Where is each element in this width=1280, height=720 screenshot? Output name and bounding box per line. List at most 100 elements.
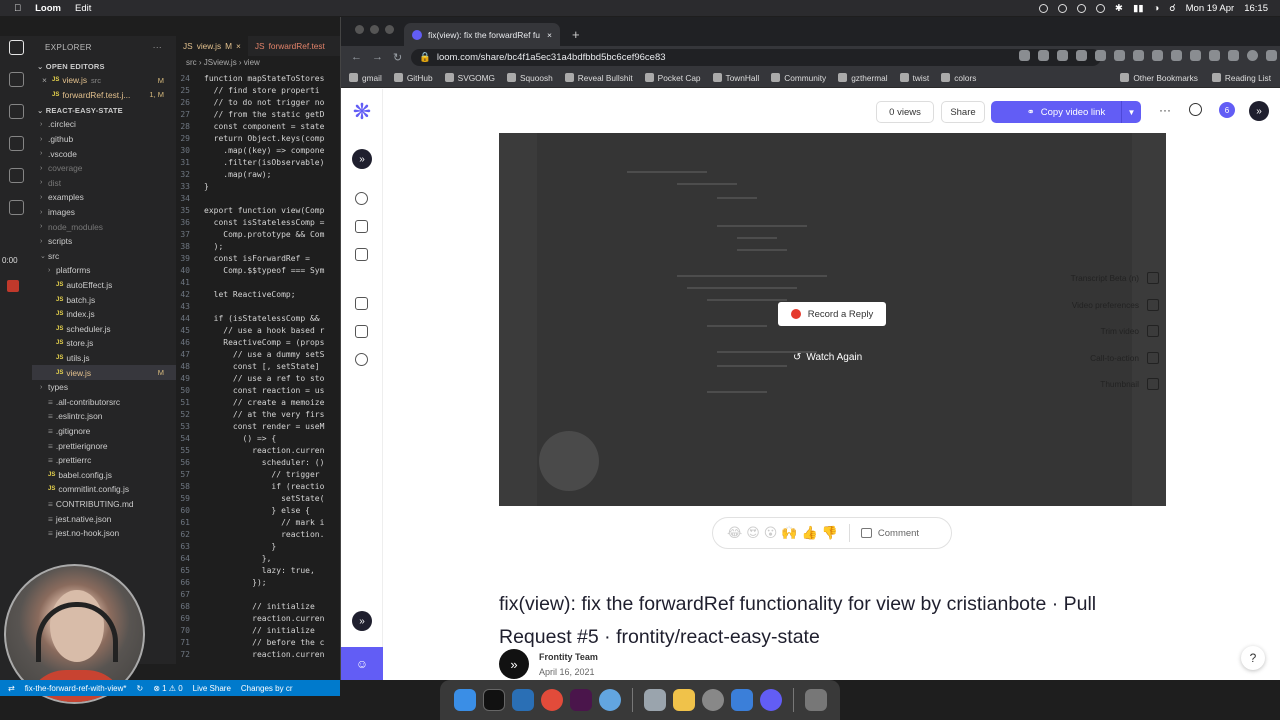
status-icon[interactable] (1058, 3, 1068, 13)
bookmark-item[interactable]: gmail (349, 73, 382, 83)
folder-item[interactable]: ⌄ src (32, 249, 176, 264)
puzzle-icon[interactable] (1209, 50, 1220, 61)
profile-icon[interactable] (1247, 50, 1258, 61)
folder-item[interactable]: › node_modules (32, 219, 176, 234)
back-icon[interactable]: ← (351, 51, 362, 63)
extensions-icon[interactable] (8, 168, 24, 183)
file-item[interactable]: ≡ .all-contributorsrc (32, 394, 176, 409)
author-name[interactable]: Frontity Team (539, 652, 598, 662)
record-reply-button[interactable]: Record a Reply (778, 302, 886, 326)
folder-item[interactable]: › .vscode (32, 146, 176, 161)
status-icon[interactable] (1039, 3, 1049, 13)
bookmark-item[interactable]: SVGOMG (444, 73, 495, 83)
project-header[interactable]: ⌄ REACT-EASY-STATE (32, 102, 176, 117)
file-item[interactable]: JS view.js M (32, 365, 176, 380)
reaction-emoji[interactable]: 👍 (802, 525, 818, 541)
workspace-icon[interactable] (355, 248, 368, 261)
file-item[interactable]: ≡ CONTRIBUTING.md (32, 497, 176, 512)
bookmark-item[interactable]: colors (941, 73, 976, 83)
problems-indicator[interactable]: ⊗ 1 ⚠ 0 (153, 684, 182, 693)
views-button[interactable]: 0 views (876, 101, 934, 123)
folder-item[interactable]: › scripts (32, 234, 176, 249)
app-menu[interactable]: Loom (35, 3, 61, 14)
bookmark-item[interactable]: Community (771, 73, 826, 83)
help-button[interactable]: ? (1241, 646, 1265, 670)
folder-item[interactable]: › dist (32, 176, 176, 191)
extension-icon[interactable] (1133, 50, 1144, 61)
close-icon[interactable]: × (236, 41, 241, 51)
file-item[interactable]: JS scheduler.js (32, 322, 176, 337)
app-icon[interactable] (701, 689, 724, 711)
file-item[interactable]: JS utils.js (32, 351, 176, 366)
camera-icon[interactable] (1019, 50, 1030, 61)
close-window-button[interactable] (355, 25, 364, 34)
new-tab-button[interactable]: + (560, 27, 580, 46)
code-editor[interactable]: 24 function mapStateToStores 25 // find st… (176, 72, 340, 660)
apple-icon[interactable]:  (14, 3, 21, 14)
extension-icon[interactable] (1152, 50, 1163, 61)
file-item[interactable]: ≡ jest.native.json (32, 511, 176, 526)
vscode-icon[interactable] (511, 689, 534, 711)
more-icon[interactable]: ··· (153, 43, 162, 58)
people-icon[interactable]: ☺ (341, 647, 383, 680)
terminal-icon[interactable] (482, 689, 505, 711)
notifications-badge[interactable]: 6 (1219, 102, 1235, 118)
file-item[interactable]: ≡ .prettierrc (32, 453, 176, 468)
reaction-emoji[interactable]: 😍 (746, 525, 760, 541)
search-icon[interactable] (8, 72, 24, 87)
zoom-icon[interactable] (1076, 50, 1087, 61)
video-option-2[interactable]: Trim video (1041, 318, 1159, 345)
bookmark-item[interactable]: Squoosh (507, 73, 553, 83)
run-debug-icon[interactable] (8, 136, 24, 151)
bluetooth-icon[interactable]: ✱ (1115, 3, 1123, 14)
folder-item[interactable]: › .circleci (32, 117, 176, 132)
chrome-icon[interactable] (540, 689, 563, 711)
open-editors-header[interactable]: ⌄ OPEN EDITORS (32, 58, 176, 73)
watch-again-button[interactable]: ↺ Watch Again (793, 352, 862, 363)
expand-bottom-button[interactable]: » (352, 611, 372, 631)
bookmark-star-icon[interactable] (1095, 50, 1106, 61)
bookmark-item[interactable]: gzthermal (838, 73, 888, 83)
wifi-icon[interactable]: ◑ (1153, 3, 1159, 14)
reaction-emoji[interactable]: 😮 (764, 525, 778, 541)
expand-panel-button[interactable]: » (1249, 101, 1269, 121)
folder-item[interactable]: › platforms (32, 263, 176, 278)
source-control-icon[interactable] (8, 104, 24, 119)
forward-icon[interactable]: → (372, 51, 383, 63)
copy-video-link-button[interactable]: ⚭ Copy video link ▼ (991, 101, 1141, 123)
loom-logo-icon[interactable]: ❋ (351, 101, 373, 123)
browser-tab[interactable]: fix(view): fix the forwardRef fu × (404, 23, 560, 46)
file-item[interactable]: JS autoEffect.js (32, 278, 176, 293)
video-option-3[interactable]: Call-to-action (1041, 345, 1159, 372)
explorer-icon[interactable] (8, 40, 24, 55)
file-item[interactable]: ≡ .prettierignore (32, 438, 176, 453)
bookmark-item[interactable]: Pocket Cap (644, 73, 701, 83)
extension-icon[interactable] (1190, 50, 1201, 61)
minimize-window-button[interactable] (370, 25, 379, 34)
close-icon[interactable]: × (42, 75, 52, 85)
open-editor-item[interactable]: × JS view.js src M (32, 73, 176, 88)
video-option-4[interactable]: Thumbnail (1041, 371, 1159, 398)
app-icon[interactable] (598, 689, 621, 711)
sync-icon[interactable]: ↻ (137, 684, 144, 693)
address-bar[interactable]: 🔒 loom.com/share/bc4f1a5ec31a4bdfbbd5bc6… (411, 49, 1101, 66)
changes-indicator[interactable]: Changes by cr (241, 684, 293, 693)
apps-icon[interactable] (1057, 50, 1068, 61)
avatar[interactable]: » (499, 649, 529, 679)
file-item[interactable]: ≡ .eslintrc.json (32, 409, 176, 424)
stop-recording-icon[interactable] (7, 280, 19, 292)
app-icon[interactable] (730, 689, 753, 711)
bookmark-item[interactable]: GitHub (393, 73, 433, 83)
branch-indicator[interactable]: fix-the-forward-ref-with-view* (25, 684, 127, 693)
file-item[interactable]: ≡ jest.no-hook.json (32, 526, 176, 541)
file-item[interactable]: JS index.js (32, 307, 176, 322)
remote-icon[interactable] (8, 200, 24, 215)
folder-item[interactable]: › coverage (32, 161, 176, 176)
file-item[interactable]: JS store.js (32, 336, 176, 351)
file-item[interactable]: ≡ .gitignore (32, 424, 176, 439)
app-icon[interactable] (643, 689, 666, 711)
file-item[interactable]: JS batch.js (32, 292, 176, 307)
remote-indicator-icon[interactable]: ⇄ (8, 684, 15, 693)
menu-icon[interactable] (1266, 50, 1277, 61)
chevron-down-icon[interactable]: ▼ (1121, 101, 1141, 123)
